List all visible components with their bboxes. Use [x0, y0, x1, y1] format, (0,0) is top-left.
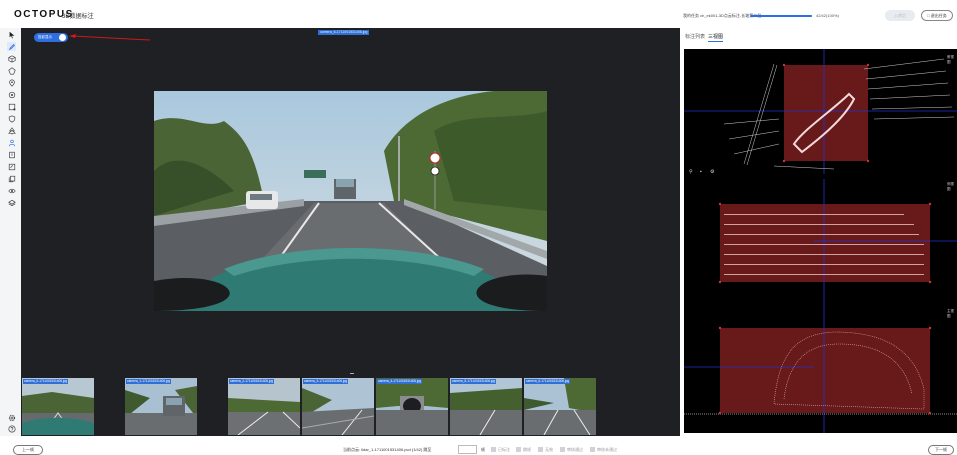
filter-label-invalid: 无效: [545, 447, 553, 452]
filter-label-annotated: 已标注: [498, 447, 510, 452]
filter-checkbox-rejected[interactable]: [590, 447, 595, 452]
thumbnail-camera-5[interactable]: camera_5-1711001531406.jpg: [450, 378, 522, 435]
prev-frame-button[interactable]: 上一帧: [13, 445, 43, 455]
front-view: [684, 307, 957, 433]
thumbnail-image: [302, 378, 374, 435]
three-view-panel[interactable]: 俯视图 侧视图 主视图 ⚲ ▪ ⚙: [684, 49, 957, 433]
thumbnail-image: [228, 378, 300, 435]
current-pointcloud-info: 当前点云: lidar_1-1711001531406.pcd (1/42) 跳…: [343, 447, 432, 452]
projection-toggle-label: 投影显示: [38, 35, 52, 39]
view-label-front: 主视图: [947, 309, 954, 318]
thumbnail-label: camera_4-1711001531406.jpg: [377, 379, 423, 384]
tab-three-views[interactable]: 三视图: [708, 33, 723, 40]
camera-name-tag: camera_6-1711001531406.jpg: [318, 30, 370, 35]
exit-task-button[interactable]: □ 退出任务: [921, 10, 953, 21]
point-cloud-views: [684, 49, 957, 433]
toggle-knob: [59, 34, 66, 41]
eye-icon[interactable]: [7, 186, 16, 195]
projection-toggle[interactable]: 投影显示: [34, 33, 68, 42]
thumbnail-label: camera_0-1711001531406.jpg: [23, 379, 69, 384]
filter-label-skip: 跳帧: [523, 447, 531, 452]
camera-image[interactable]: [154, 91, 547, 311]
jump-frame-input[interactable]: [458, 445, 477, 454]
thumbnail-image: [125, 378, 197, 435]
progress-bar: [750, 15, 812, 17]
settings-icon[interactable]: [7, 413, 16, 422]
layers-icon[interactable]: [7, 198, 16, 207]
tool-sidebar: [0, 28, 21, 436]
thumbnail-label: camera_5-1711001531406.jpg: [451, 379, 497, 384]
thumbnail-camera-2[interactable]: camera_2-1711001531406.jpg: [228, 378, 300, 435]
box-select-icon[interactable]: [7, 102, 16, 111]
thumbnail-label: camera_1-1711001531406.jpg: [126, 379, 172, 384]
thumbnail-label: camera_3-1711001531406.jpg: [303, 379, 349, 384]
thumbnail-image: [450, 378, 522, 435]
view-label-top: 俯视图: [947, 55, 954, 64]
annotation-arrow: [69, 34, 150, 41]
header-bar: [0, 0, 957, 28]
frame-icon[interactable]: [7, 150, 16, 159]
progress-fill: [750, 15, 812, 17]
thumbnail-camera-6[interactable]: camera_6-1711001531406.jpg: [524, 378, 596, 435]
resize-handle[interactable]: [350, 373, 354, 374]
view-label-side: 侧视图: [947, 182, 954, 191]
thumbnail-image: [376, 378, 448, 435]
thumbnail-camera-3[interactable]: camera_3-1711001531406.jpg: [302, 378, 374, 435]
help-icon[interactable]: [7, 424, 16, 433]
tree-icon[interactable]: [7, 126, 16, 135]
tab-annotation-list[interactable]: 标注列表: [685, 33, 705, 40]
note-icon[interactable]: [7, 162, 16, 171]
cuboid-icon[interactable]: [7, 54, 16, 63]
top-view: [684, 49, 957, 174]
pencil-icon[interactable]: [7, 42, 16, 51]
progress-text: 42/42(100%): [816, 13, 839, 18]
thumbnail-label: camera_2-1711001531406.jpg: [229, 379, 275, 384]
thumbnail-image: [22, 378, 94, 435]
shield-icon[interactable]: [7, 114, 16, 123]
app-subtitle: 3D数据标注: [62, 14, 94, 20]
footer-bar: [0, 436, 957, 455]
person-icon[interactable]: [7, 138, 16, 147]
thumbnail-label: camera_6-1711001531406.jpg: [525, 379, 571, 384]
thumbnail-camera-0[interactable]: camera_0-1711001531406.jpg: [22, 378, 94, 435]
view-settings-icon[interactable]: ⚙: [710, 169, 714, 175]
copy-icon[interactable]: [7, 174, 16, 183]
filter-label-approved: 审核通过: [567, 447, 583, 452]
pointer-icon[interactable]: [7, 30, 16, 39]
thumbnail-camera-4[interactable]: camera_4-1711001531406.jpg: [376, 378, 448, 435]
target-icon[interactable]: [7, 90, 16, 99]
filter-label-rejected: 审核未通过: [597, 447, 617, 452]
filter-checkbox-invalid[interactable]: [538, 447, 543, 452]
copy-view-icon[interactable]: ▪: [700, 169, 702, 175]
point-icon[interactable]: [7, 78, 16, 87]
filter-checkbox-annotated[interactable]: [491, 447, 496, 452]
jump-frame-unit: 帧: [481, 447, 485, 452]
active-tab-indicator: [708, 41, 723, 42]
filter-checkbox-approved[interactable]: [560, 447, 565, 452]
thumbnail-camera-1[interactable]: camera_1-1711001531406.jpg: [125, 378, 197, 435]
filter-checkbox-skip[interactable]: [516, 447, 521, 452]
thumbnail-image: [524, 378, 596, 435]
next-frame-button[interactable]: 下一帧: [928, 445, 954, 455]
side-view: [718, 179, 957, 307]
polygon-icon[interactable]: [7, 66, 16, 75]
zoom-icon[interactable]: ⚲: [689, 169, 693, 175]
enter-button[interactable]: 入库后: [885, 10, 915, 21]
